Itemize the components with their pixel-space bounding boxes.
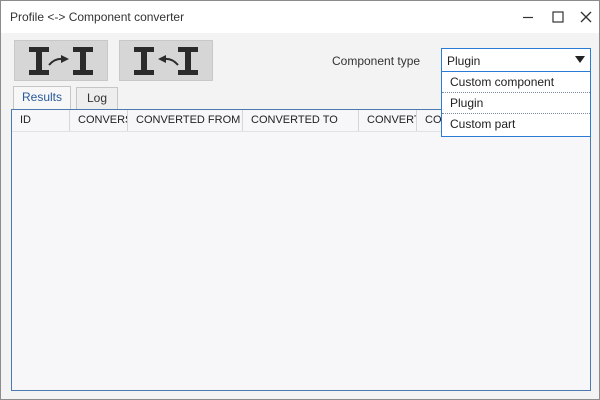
component-to-profile-icon — [134, 46, 198, 75]
results-grid: ID CONVERS CONVERTED FROM CONVERTED TO C… — [11, 109, 591, 391]
component-type-select[interactable]: Plugin — [441, 48, 591, 72]
close-icon — [580, 11, 592, 23]
minimize-button[interactable] — [514, 1, 542, 33]
column-header-conversion[interactable]: CONVERS — [70, 110, 128, 131]
option-plugin[interactable]: Plugin — [442, 93, 590, 114]
column-header-converted-to[interactable]: CONVERTED TO — [243, 110, 359, 131]
option-custom-component[interactable]: Custom component — [442, 72, 590, 93]
component-type-label: Component type — [332, 54, 421, 68]
title-bar: Profile <-> Component converter — [1, 1, 599, 33]
option-custom-part[interactable]: Custom part — [442, 114, 590, 135]
tab-results[interactable]: Results — [13, 86, 71, 110]
column-header-converted[interactable]: CONVERT — [359, 110, 417, 131]
profile-to-component-icon — [29, 46, 93, 75]
component-type-dropdown: Custom component Plugin Custom part — [441, 72, 591, 137]
component-type-value: Plugin — [447, 54, 481, 68]
window-title: Profile <-> Component converter — [10, 10, 185, 24]
column-header-id[interactable]: ID — [12, 110, 70, 131]
tab-log[interactable]: Log — [76, 87, 118, 109]
column-header-converted-from[interactable]: CONVERTED FROM — [128, 110, 243, 131]
converter-window: Profile <-> Component converter Componen… — [0, 0, 600, 400]
maximize-button[interactable] — [544, 1, 572, 33]
maximize-icon — [552, 11, 564, 23]
profile-to-component-button[interactable] — [14, 40, 108, 81]
component-to-profile-button[interactable] — [119, 40, 213, 81]
minimize-icon — [523, 16, 533, 19]
chevron-down-icon — [575, 56, 585, 63]
close-button[interactable] — [572, 1, 600, 33]
